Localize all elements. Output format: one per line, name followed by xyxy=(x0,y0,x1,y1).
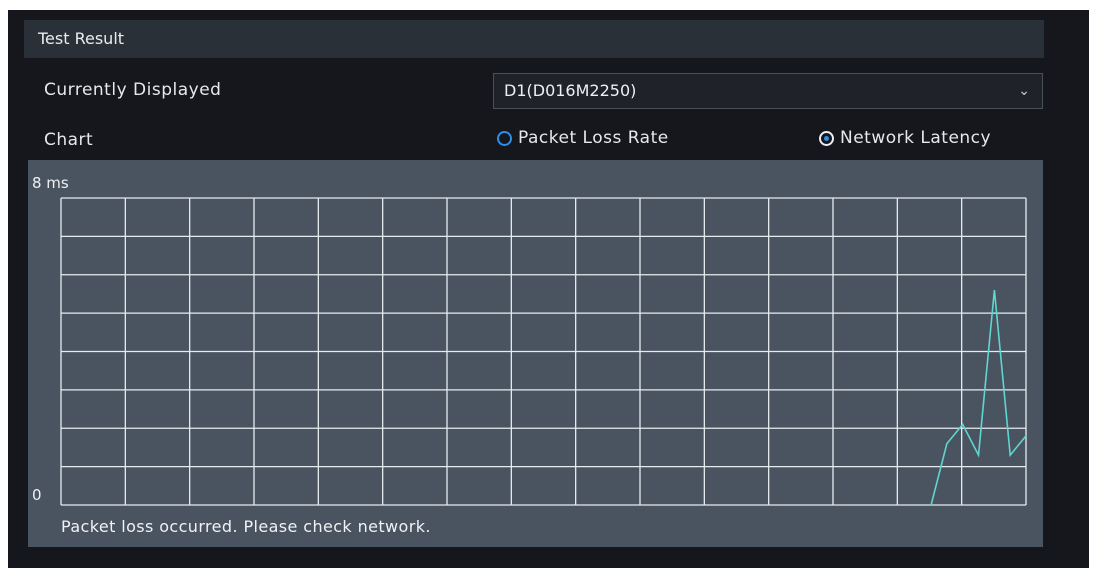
device-select[interactable]: D1(D016M2250) ⌄ xyxy=(493,73,1043,109)
latency-series-line xyxy=(930,290,1027,506)
radio-packet-loss-rate[interactable]: Packet Loss Rate xyxy=(497,128,669,148)
section-header: Test Result xyxy=(24,20,1044,58)
radio-selected-icon xyxy=(819,130,834,146)
currently-displayed-label: Currently Displayed xyxy=(44,80,222,100)
radio-network-latency[interactable]: Network Latency xyxy=(819,128,991,148)
radio-packet-loss-label: Packet Loss Rate xyxy=(518,128,669,148)
y-axis-bottom-label: 0 xyxy=(32,486,42,504)
chart-label: Chart xyxy=(44,130,94,150)
status-message: Packet loss occurred. Please check netwo… xyxy=(61,517,431,536)
latency-chart: 8 ms 0 xyxy=(28,160,1043,547)
device-select-value: D1(D016M2250) xyxy=(504,81,637,100)
y-axis-top-label: 8 ms xyxy=(32,174,69,192)
radio-network-latency-label: Network Latency xyxy=(840,128,992,148)
radio-unselected-icon xyxy=(497,130,512,146)
chevron-down-icon: ⌄ xyxy=(1018,83,1030,99)
chart-svg xyxy=(60,197,1027,506)
